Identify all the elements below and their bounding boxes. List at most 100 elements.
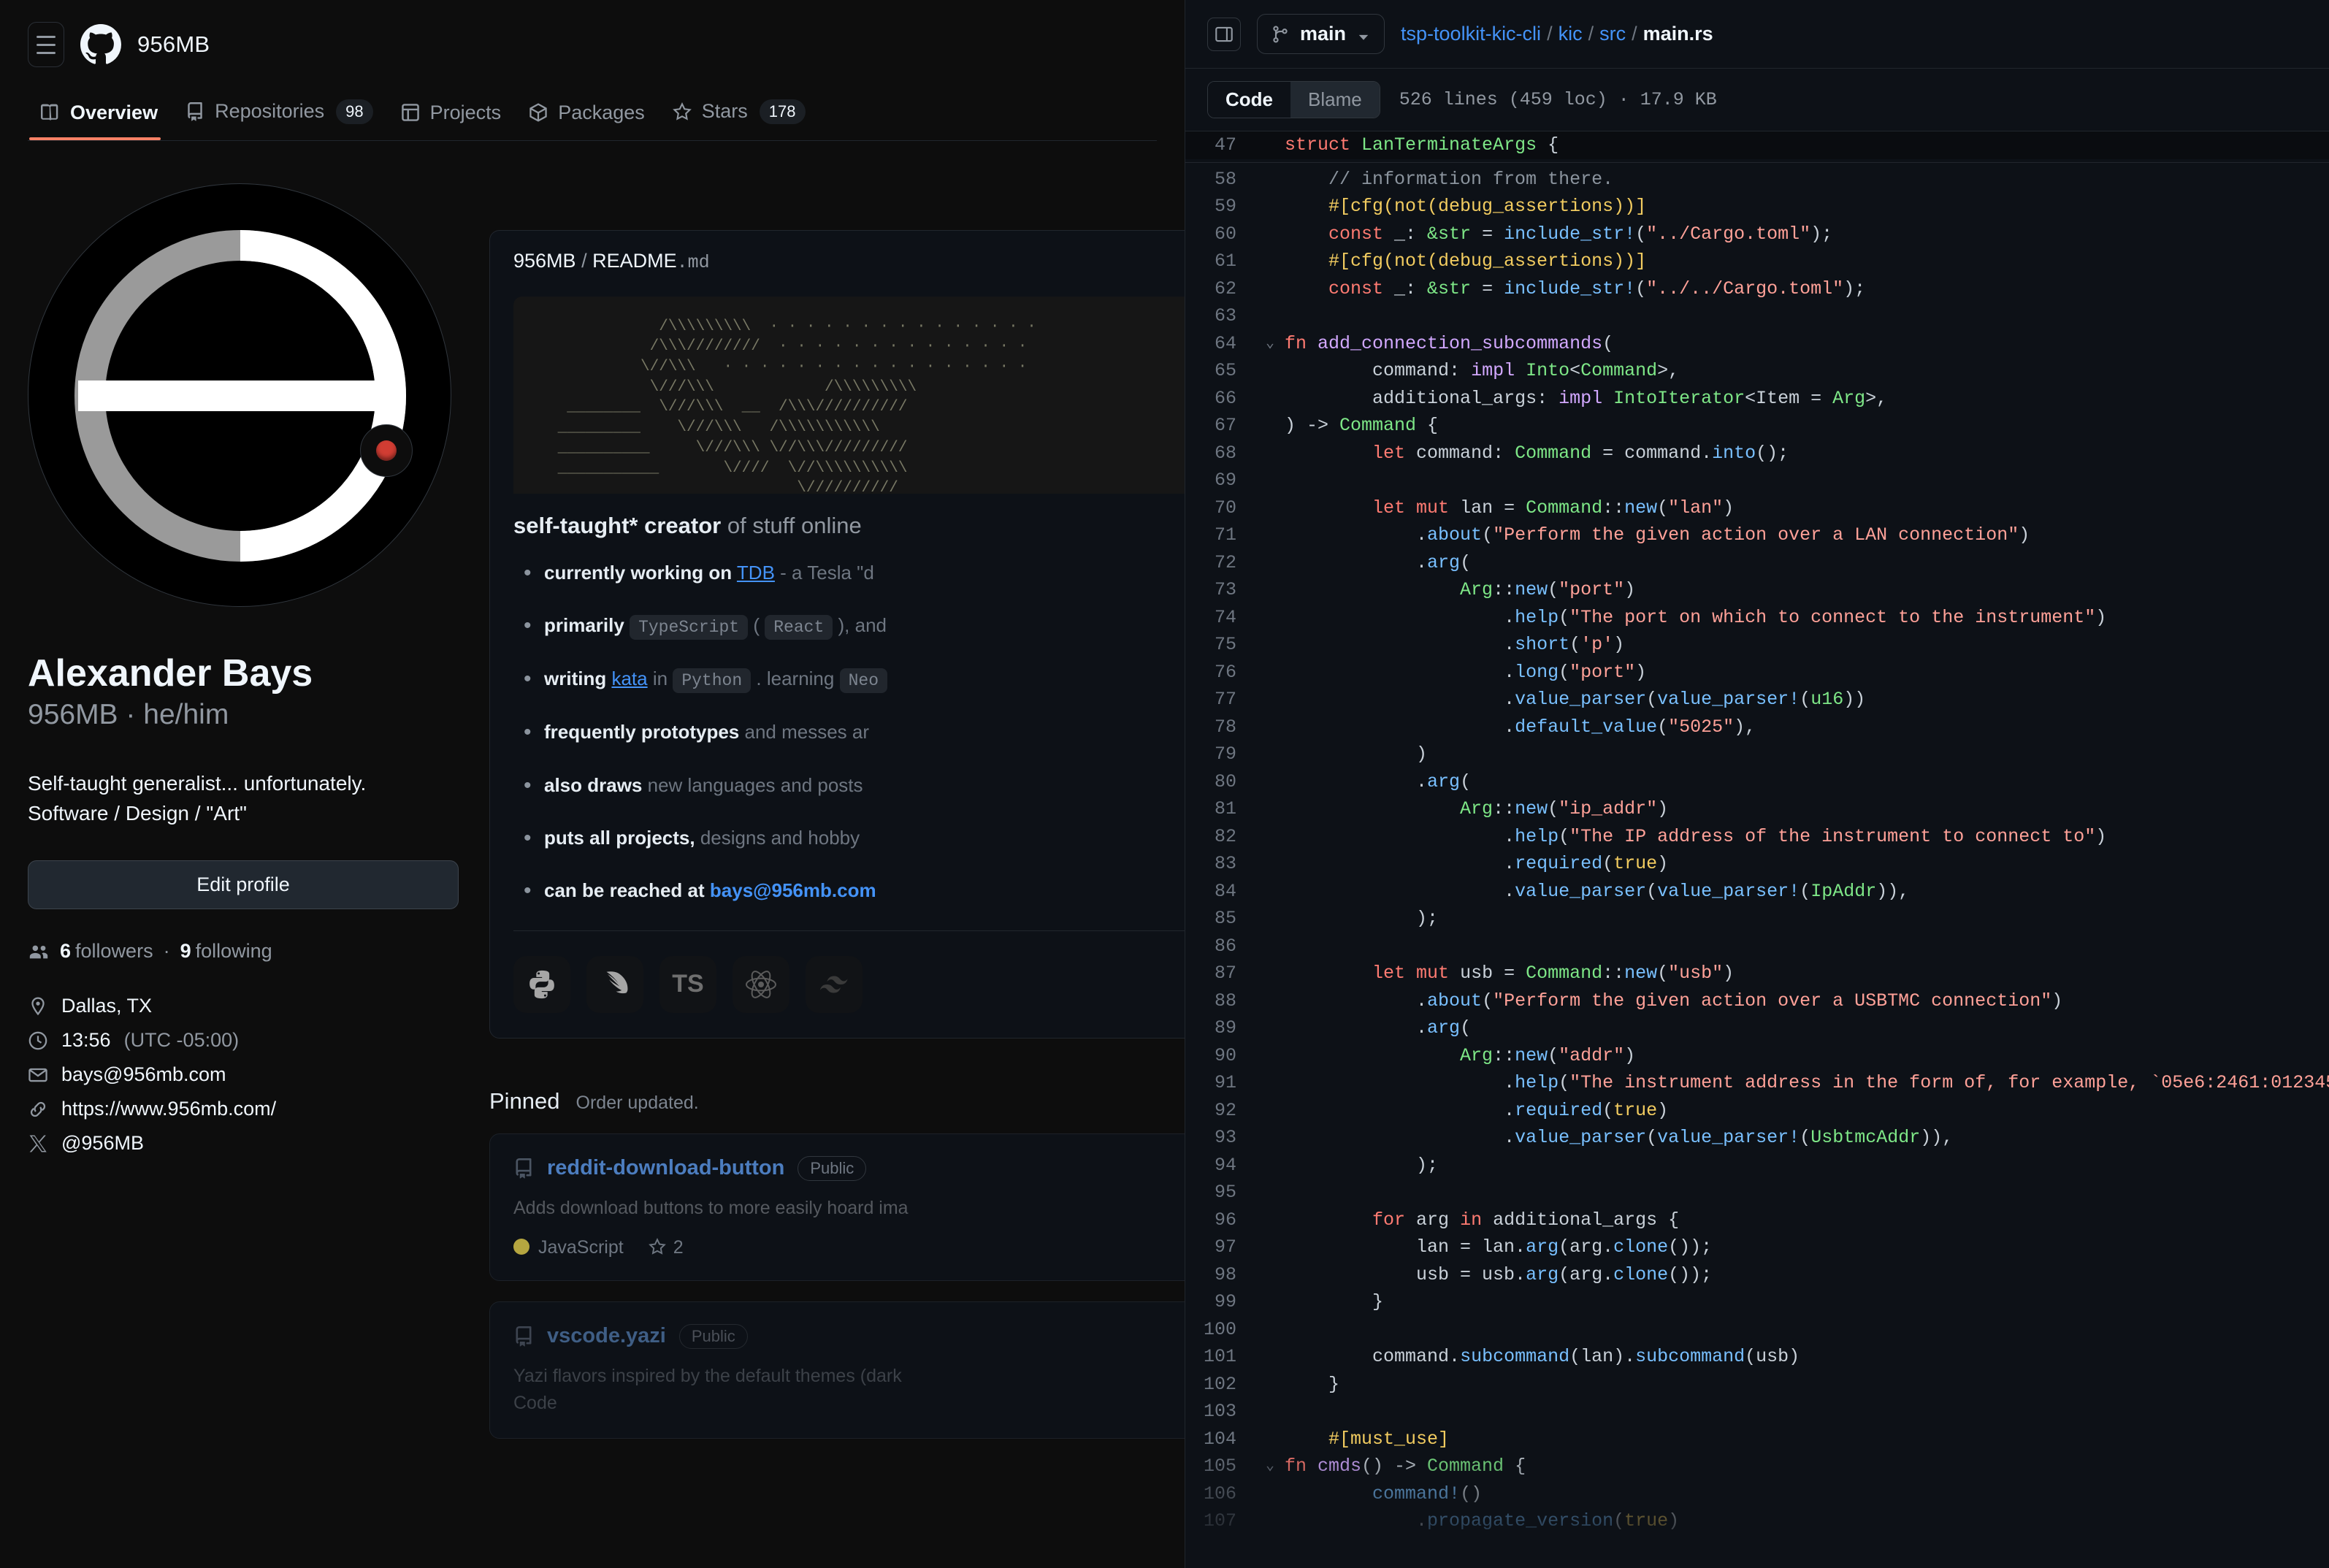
bullet-2-link[interactable]: kata: [611, 668, 647, 689]
pinned-repo-visibility: Public: [798, 1155, 867, 1181]
meta-website-text: https://www.956mb.com/: [61, 1098, 277, 1120]
breadcrumb-separator: /: [1547, 23, 1553, 45]
line-number: 96: [1214, 1209, 1236, 1231]
profile-handle: 956MB · he/him: [28, 697, 459, 734]
line-number: 98: [1214, 1263, 1236, 1285]
code-line: 93 .value_parser(value_parser!(UsbtmcAdd…: [1185, 1124, 2329, 1152]
code-line: 69: [1185, 467, 2329, 494]
meta-local-time: 13:56 (UTC -05:00): [28, 1029, 459, 1052]
code-line: 102 }: [1185, 1371, 2329, 1399]
code-line: 96 for arg in additional_args {: [1185, 1206, 2329, 1234]
bullet-0-link[interactable]: TDB: [737, 562, 775, 584]
tab-packages[interactable]: Packages: [517, 102, 661, 140]
bullet-0-rest: - a Tesla "d: [780, 561, 874, 584]
followers-label: followers: [75, 940, 153, 963]
code-line: 81 Arg::new("ip_addr"): [1185, 795, 2329, 823]
code-source: .arg(: [1416, 551, 1472, 573]
code-source: .default_value("5025"),: [1504, 716, 1756, 738]
code-line: 83 .required(true): [1185, 850, 2329, 878]
line-number: 94: [1214, 1154, 1236, 1176]
readme-extension: .md: [676, 251, 710, 273]
code-line: 97 lan = lan.arg(arg.clone());: [1185, 1234, 2329, 1261]
line-number: 102: [1203, 1373, 1236, 1395]
code-source: additional_args: impl IntoIterator<Item …: [1372, 387, 1888, 409]
pinned-repo-stars[interactable]: 2: [648, 1237, 684, 1258]
branch-selector[interactable]: main: [1257, 14, 1385, 54]
meta-website[interactable]: https://www.956mb.com/: [28, 1098, 459, 1120]
code-line: 106 command!(): [1185, 1480, 2329, 1508]
tab-stars[interactable]: Stars 178: [661, 99, 822, 140]
line-number: 61: [1214, 251, 1236, 272]
code-source: Arg::new("ip_addr"): [1460, 798, 1669, 819]
breadcrumb-dir-kic[interactable]: kic: [1559, 23, 1583, 45]
code-line: 101 command.subcommand(lan).subcommand(u…: [1185, 1343, 2329, 1371]
code-source: .arg(: [1416, 770, 1472, 792]
code-scroll-area[interactable]: 47 struct LanTerminateArgs { 58 // informa…: [1185, 131, 2329, 1568]
pinned-repo-name[interactable]: vscode.yazi: [547, 1324, 666, 1348]
table-icon: [401, 103, 420, 122]
readme-filename: README: [592, 249, 677, 272]
code-line: 91 .help("The instrument address in the …: [1185, 1069, 2329, 1097]
code-line: 58 // information from there.: [1185, 166, 2329, 194]
list-item: puts all projects, designs and hobby: [513, 823, 1185, 854]
branch-icon: [1271, 25, 1290, 44]
code-line: 61 #[cfg(not(debug_assertions))]: [1185, 248, 2329, 275]
line-number: 91: [1214, 1072, 1236, 1093]
code-source: .required(true): [1504, 1099, 1669, 1121]
meta-x-handle[interactable]: @956MB: [28, 1132, 459, 1155]
list-item[interactable]: reddit-download-button Public Adds downl…: [489, 1133, 1185, 1281]
menu-icon[interactable]: [28, 22, 64, 67]
breadcrumb: tsp-toolkit-kic-cli / kic / src / main.r…: [1401, 23, 1713, 45]
edit-profile-button[interactable]: Edit profile: [28, 860, 459, 910]
meta-x-handle-text: @956MB: [61, 1132, 144, 1155]
code-line: 47 struct LanTerminateArgs {: [1185, 131, 2329, 159]
chevron-down-icon: [1356, 27, 1371, 42]
tab-blame[interactable]: Blame: [1290, 82, 1380, 118]
code-lines: 47 struct LanTerminateArgs { 58 // informa…: [1185, 131, 2329, 1535]
code-line: 92 .required(true): [1185, 1097, 2329, 1125]
code-source: .help("The IP address of the instrument …: [1504, 825, 2107, 847]
profile-bio: Self-taught generalist... unfortunately.…: [28, 769, 459, 828]
profile-username-header[interactable]: 956MB: [137, 31, 210, 58]
code-source: const _: &str = include_str!("../../Carg…: [1328, 278, 1866, 299]
header-top-row: 956MB: [28, 16, 1157, 73]
page-title: Alexander Bays: [28, 651, 313, 695]
status-badge[interactable]: [360, 424, 413, 477]
followers-count: 6: [60, 940, 72, 963]
bullet-1-paren-open: (: [753, 613, 760, 636]
list-item[interactable]: vscode.yazi Public Yazi flavors inspired…: [489, 1301, 1185, 1439]
meta-email[interactable]: bays@956mb.com: [28, 1063, 459, 1086]
list-item: currently working on TDB - a Tesla "d: [513, 557, 1185, 588]
code-source: .value_parser(value_parser!(u16)): [1504, 689, 1866, 710]
breadcrumb-repo[interactable]: tsp-toolkit-kic-cli: [1401, 23, 1541, 45]
fold-toggle-icon[interactable]: ⌄: [1255, 330, 1285, 358]
tab-overview[interactable]: Overview: [29, 102, 174, 140]
code-source: command: impl Into<Command>,: [1372, 360, 1680, 381]
code-line: 88 .about("Perform the given action over…: [1185, 987, 2329, 1015]
line-number: 59: [1214, 196, 1236, 217]
fold-toggle-icon[interactable]: ⌄: [1255, 1453, 1285, 1480]
profile-body: Alexander Bays 956MB · he/him Self-taugh…: [0, 141, 1185, 1459]
pinned-section: Pinned Order updated. reddit-download-bu…: [489, 1088, 1185, 1439]
code-source: .help("The instrument address in the for…: [1504, 1072, 2329, 1093]
readme-ascii-art: /\\\\\\\\\ · · · · · · · · · · · · · · ·…: [557, 318, 1036, 494]
meta-local-time-offset: (UTC -05:00): [123, 1029, 240, 1052]
code-line: 71 .about("Perform the given action over…: [1185, 521, 2329, 549]
line-number: 83: [1214, 853, 1236, 874]
pinned-repo-name[interactable]: reddit-download-button: [547, 1156, 784, 1180]
tab-repositories-count: 98: [336, 99, 373, 124]
tab-code[interactable]: Code: [1208, 82, 1290, 118]
toggle-sidebar-icon[interactable]: [1207, 17, 1241, 51]
tab-projects[interactable]: Projects: [389, 102, 518, 140]
readme-heading-bold: self-taught* creator: [513, 512, 722, 538]
bullet-6-email-link[interactable]: bays@956mb.com: [710, 879, 876, 901]
avatar[interactable]: [28, 183, 451, 607]
breadcrumb-dir-src[interactable]: src: [1599, 23, 1626, 45]
line-number: 97: [1214, 1236, 1236, 1258]
line-number: 47: [1214, 134, 1236, 156]
followers-row[interactable]: 6 followers · 9 following: [28, 940, 459, 963]
readme-tech-icons: TS: [513, 955, 1185, 1013]
code-source: let command: Command = command.into();: [1372, 442, 1789, 464]
tab-repositories[interactable]: Repositories 98: [174, 99, 389, 140]
code-source: command.subcommand(lan).subcommand(usb): [1372, 1346, 1800, 1367]
